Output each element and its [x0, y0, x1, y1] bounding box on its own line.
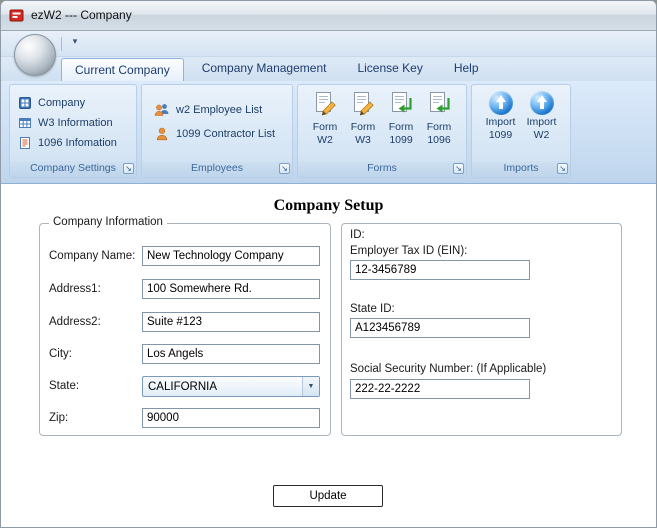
document-icon	[18, 136, 32, 150]
app-icon[interactable]	[9, 8, 25, 24]
form-pencil-icon	[350, 91, 376, 120]
imports-dialog-launcher-icon[interactable]: ↘	[557, 163, 568, 174]
ribbon-item-w2-employee-list[interactable]: w2 Employee List	[142, 98, 292, 122]
tab-license-key[interactable]: License Key	[344, 57, 435, 81]
ribbon: ▾ Current Company Company Management Lic…	[1, 31, 656, 184]
company-icon	[18, 96, 32, 110]
main-content: Company Setup Company Information Compan…	[1, 184, 656, 527]
update-button[interactable]: Update	[273, 485, 383, 507]
ribbon-button-form-1096[interactable]: Form 1096	[420, 91, 458, 161]
button-label-line1: Form	[388, 121, 414, 133]
button-label-line2: 1099	[488, 129, 513, 141]
employees-icon	[154, 102, 170, 118]
quick-access-toolbar: ▾	[1, 31, 656, 57]
id-groupbox: ID: Employer Tax ID (EIN): State ID: Soc…	[341, 223, 622, 436]
button-label-line2: W2	[317, 134, 333, 146]
id-legend: ID:	[350, 229, 365, 241]
zip-input[interactable]	[142, 408, 320, 428]
group-company-settings: Company W3 Information 1096 Infomation C…	[9, 84, 137, 178]
ein-label: Employer Tax ID (EIN):	[350, 245, 468, 257]
group-label: Employees	[191, 162, 243, 174]
chevron-down-icon[interactable]: ▼	[302, 377, 319, 396]
ribbon-item-label: Company	[38, 97, 86, 109]
ribbon-tabs: Current Company Company Management Licen…	[1, 57, 656, 81]
qat-separator	[61, 37, 62, 51]
group-forms: Form W2 Form W3 Form 1099 Form 1096 Form…	[297, 84, 467, 178]
city-input[interactable]	[142, 344, 320, 364]
ein-input[interactable]	[350, 260, 530, 280]
app-window: ezW2 --- Company ▾ Current Company Compa…	[0, 0, 657, 528]
company-name-input[interactable]	[142, 246, 320, 266]
button-label-line1: Import	[485, 116, 516, 128]
button-label-line2: W2	[533, 129, 550, 141]
ribbon-button-import-w2[interactable]: Import W2	[521, 91, 562, 161]
button-label-line2: W3	[355, 134, 371, 146]
group-imports: Import 1099 Import W2 Imports ↘	[471, 84, 571, 178]
import-orb-icon	[529, 91, 554, 115]
application-orb-button[interactable]	[14, 34, 56, 76]
contractor-icon	[154, 126, 170, 142]
tab-company-management[interactable]: Company Management	[189, 57, 340, 81]
import-orb-icon	[488, 91, 513, 115]
ribbon-item-label: w2 Employee List	[176, 104, 263, 116]
ssn-label: Social Security Number: (If Applicable)	[350, 363, 547, 375]
ribbon-button-form-w3[interactable]: Form W3	[344, 91, 382, 161]
group-footer: Imports ↘	[472, 161, 570, 177]
page-title: Company Setup	[273, 197, 384, 214]
tab-help[interactable]: Help	[441, 57, 492, 81]
button-label-line2: 1096	[427, 134, 451, 146]
ribbon-body: Company W3 Information 1096 Infomation C…	[1, 81, 656, 184]
state-id-input[interactable]	[350, 318, 530, 338]
employees-dialog-launcher-icon[interactable]: ↘	[279, 163, 290, 174]
button-label-line1: Form	[426, 121, 452, 133]
button-label-line1: Import	[526, 116, 557, 128]
group-label: Forms	[367, 162, 397, 174]
title-bar: ezW2 --- Company	[1, 1, 656, 31]
button-label-line2: 1099	[389, 134, 413, 146]
ribbon-item-label: 1099 Contractor List	[176, 128, 276, 140]
group-footer: Employees ↘	[142, 161, 292, 177]
zip-label: Zip:	[49, 412, 69, 424]
group-footer: Company Settings ↘	[10, 161, 136, 177]
group-employees: w2 Employee List 1099 Contractor List Em…	[141, 84, 293, 178]
ribbon-item-label: 1096 Infomation	[38, 137, 117, 149]
state-select[interactable]: CALIFORNIA ▼	[142, 376, 320, 397]
ribbon-item-label: W3 Information	[38, 117, 113, 129]
ssn-input[interactable]	[350, 379, 530, 399]
company-information-legend: Company Information	[49, 216, 167, 228]
group-footer: Forms ↘	[298, 161, 466, 177]
group-label: Company Settings	[30, 162, 116, 174]
address1-input[interactable]	[142, 279, 320, 299]
qat-customize-icon[interactable]: ▾	[67, 36, 83, 51]
city-label: City:	[49, 348, 72, 360]
ribbon-button-import-1099[interactable]: Import 1099	[480, 91, 521, 161]
state-id-label: State ID:	[350, 303, 395, 315]
address1-label: Address1:	[49, 283, 101, 295]
ribbon-button-form-1099[interactable]: Form 1099	[382, 91, 420, 161]
state-selected-value: CALIFORNIA	[148, 380, 218, 393]
address2-label: Address2:	[49, 316, 101, 328]
button-label-line1: Form	[350, 121, 376, 133]
tab-current-company[interactable]: Current Company	[61, 58, 184, 81]
company-information-groupbox: Company Information Company Name: Addres…	[39, 216, 331, 436]
form-pencil-icon	[312, 91, 338, 120]
address2-input[interactable]	[142, 312, 320, 332]
button-label-line1: Form	[312, 121, 338, 133]
group-label: Imports	[503, 162, 539, 174]
ribbon-item-1096-information[interactable]: 1096 Infomation	[10, 133, 136, 153]
ribbon-item-1099-contractor-list[interactable]: 1099 Contractor List	[142, 122, 292, 146]
form-arrow-icon	[426, 91, 452, 120]
company-settings-dialog-launcher-icon[interactable]: ↘	[123, 163, 134, 174]
forms-dialog-launcher-icon[interactable]: ↘	[453, 163, 464, 174]
ribbon-button-form-w2[interactable]: Form W2	[306, 91, 344, 161]
window-title: ezW2 --- Company	[31, 8, 132, 22]
company-name-label: Company Name:	[49, 250, 136, 262]
form-arrow-icon	[388, 91, 414, 120]
ribbon-item-w3-information[interactable]: W3 Information	[10, 113, 136, 133]
ribbon-item-company[interactable]: Company	[10, 93, 136, 113]
w3-table-icon	[18, 116, 32, 130]
state-label: State:	[49, 380, 80, 392]
